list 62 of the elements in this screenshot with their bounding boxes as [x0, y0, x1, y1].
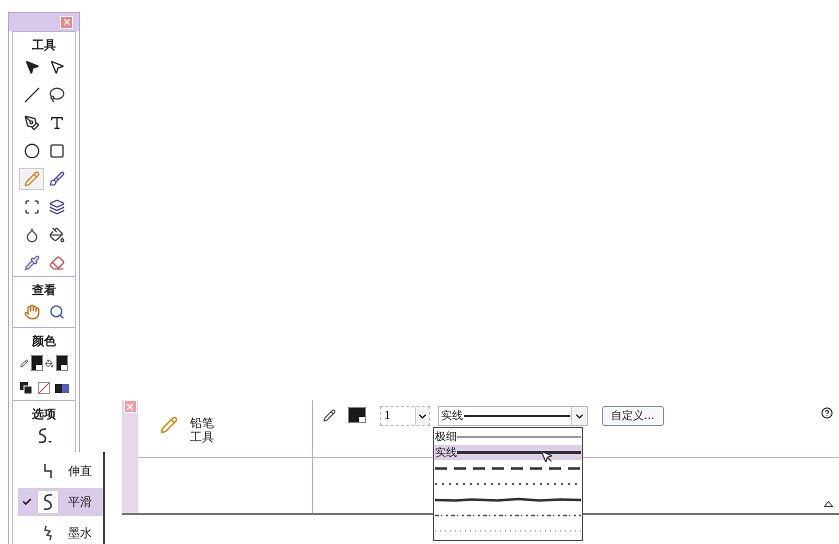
color-tool-button[interactable] [19, 352, 44, 374]
squiggle-icon [42, 524, 54, 541]
stroke-size-field[interactable]: 1 [380, 406, 430, 426]
pencil-icon [24, 171, 40, 187]
arrow-icon [48, 59, 64, 75]
swap-colors-icon [55, 382, 69, 394]
eyedropper-icon [24, 255, 40, 271]
paint-bucket-icon [48, 227, 64, 243]
line-sample-icon [457, 434, 581, 438]
mouse-cursor-icon [540, 450, 554, 464]
style-option[interactable]: 实线 [434, 444, 582, 460]
pencil-icon [20, 356, 29, 370]
menu-item-label: 伸直 [68, 463, 92, 480]
brush-icon [48, 171, 64, 187]
menu-item[interactable]: 伸直 [18, 457, 103, 486]
stroke-style-value: 实线 [441, 408, 463, 424]
paint-bucket-icon [45, 356, 54, 370]
stroke-pencil-icon [323, 409, 336, 422]
s-curve-icon [42, 492, 54, 511]
section-title: 选项 [31, 406, 57, 423]
color-tool-button[interactable] [37, 380, 51, 396]
color-tool-button[interactable] [44, 352, 69, 374]
circle-icon [24, 143, 40, 159]
pencil-icon [160, 416, 178, 434]
line-sample-icon [435, 496, 581, 503]
lasso-icon [48, 87, 64, 103]
eraser-icon [48, 255, 64, 271]
section-title: 颜色 [30, 333, 57, 350]
style-option-label: 实线 [435, 446, 457, 459]
stroke-style-dropdown[interactable]: 实线 [438, 406, 588, 426]
style-option-label: 极细 [435, 430, 457, 443]
close-icon [125, 402, 135, 412]
line-icon [24, 87, 40, 103]
magnifier-icon [48, 304, 64, 320]
stroke-size-value: 1 [383, 408, 392, 424]
arrow-icon [24, 59, 40, 75]
no-color-icon [38, 382, 50, 394]
custom-button[interactable]: 自定义... [602, 406, 664, 426]
pen-icon [24, 115, 40, 131]
smooth-icon [36, 427, 54, 445]
rectangle-icon [48, 143, 64, 159]
line-sample-icon [457, 450, 581, 455]
menu-item[interactable]: 墨水 [18, 518, 103, 544]
line-sample-icon [435, 466, 581, 471]
section-title: 工具 [31, 37, 57, 54]
default-colors-icon [20, 382, 32, 394]
transform-icon [24, 199, 40, 215]
line-sample-icon [435, 529, 581, 534]
style-option[interactable]: 极细 [434, 429, 582, 444]
check-icon [22, 496, 32, 507]
tool-name: 铅笔工具 [190, 416, 215, 444]
close-icon [62, 17, 72, 27]
section-title: 查看 [31, 282, 57, 299]
collapse-icon[interactable] [824, 501, 833, 507]
help-icon[interactable] [821, 407, 833, 419]
zigzag-icon [42, 463, 54, 480]
hand-icon [24, 304, 40, 320]
menu-item[interactable]: 平滑 [18, 488, 103, 516]
menu-item-label: 平滑 [68, 494, 92, 511]
text-tool-icon [48, 115, 64, 131]
color-tool-button[interactable] [19, 380, 33, 396]
menu-item-label: 墨水 [68, 524, 92, 542]
